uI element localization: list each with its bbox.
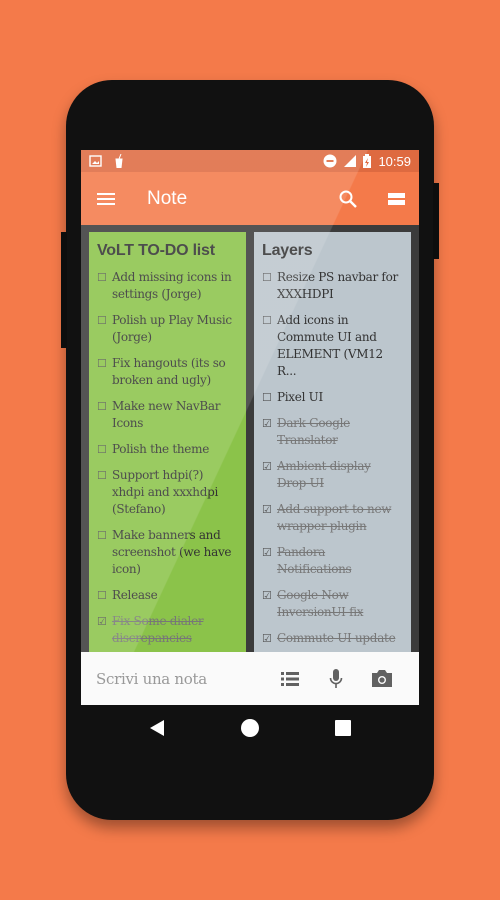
checklist-item[interactable]: ☑ Google Now InversionUI fix [262,587,403,621]
checklist-item[interactable]: ☐ Add missing icons in settings (Jorge) [97,269,238,303]
item-text: Polish up Play Music (Jorge) [112,313,232,344]
item-text: Commute UI update [277,631,396,645]
unchecked-checkbox-icon[interactable]: ☐ [262,312,277,380]
checked-checkbox-icon[interactable]: ☑ [262,544,277,578]
item-text: Add support to new wrapper plugin [277,502,392,533]
checklist-item[interactable]: ☐ Make banners and screenshot (we have ic… [97,527,238,578]
checklist-item[interactable]: ☐ Polish up Play Music (Jorge) [97,312,238,346]
unchecked-checkbox-icon[interactable]: ☐ [97,355,112,389]
item-text: Fix Some dialer discrepancies [112,614,204,645]
checklist-item[interactable]: ☐ Add icons in Commute UI and ELEMENT (VM… [262,312,403,380]
item-text: Resize PS navbar for XXXHDPI [277,270,398,301]
checklist-item[interactable]: ☐ Pixel UI [262,389,403,406]
page-title: Note [147,187,188,209]
unchecked-checkbox-icon[interactable]: ☐ [97,587,112,604]
camera-icon[interactable] [359,670,405,687]
battery-charging-icon [363,154,372,168]
checklist-item[interactable]: ☑ Commute UI update [262,630,403,647]
screen: 10:59 Note VoLT TO-DO list ☐ Add missing i… [81,150,419,705]
new-list-icon[interactable] [267,671,313,686]
list-view-icon[interactable] [388,192,405,206]
navigation-bar [81,705,419,750]
checklist-item[interactable]: ☑ Dark Google Translator [262,415,403,449]
checked-checkbox-icon[interactable]: ☑ [262,630,277,647]
note-title: Layers [262,242,313,259]
item-text: Support hdpi(?) xhdpi and xxxhdpi (Stefa… [112,468,219,516]
checklist-item[interactable]: ☑ Fix Some dialer discrepancies [97,613,238,647]
checklist-item[interactable]: ☐ Make new NavBar Icons [97,398,238,432]
note-card[interactable]: VoLT TO-DO list ☐ Add missing icons in set… [89,232,246,652]
new-note-input[interactable]: Scrivi una nota [96,670,267,688]
home-icon[interactable] [240,718,260,738]
notes-grid: VoLT TO-DO list ☐ Add missing icons in set… [89,232,411,652]
power-button [433,183,439,259]
checked-checkbox-icon[interactable]: ☑ [262,587,277,621]
checked-checkbox-icon[interactable]: ☑ [262,415,277,449]
item-text: Dark Google Translator [277,416,350,447]
do-not-disturb-icon [323,154,337,168]
item-text: Release [112,588,158,602]
checked-checkbox-icon[interactable]: ☑ [262,458,277,492]
item-text: Polish the theme [112,442,209,456]
new-note-bar: Scrivi una nota [81,652,419,705]
unchecked-checkbox-icon[interactable]: ☐ [262,389,277,406]
back-icon[interactable] [148,719,166,737]
status-bar: 10:59 [81,150,419,172]
item-text: Fix hangouts (its so broken and ugly) [112,356,226,387]
checklist-item[interactable]: ☐ Polish the theme [97,441,238,458]
checklist-item[interactable]: ☐ Release [97,587,238,604]
unchecked-checkbox-icon[interactable]: ☐ [262,269,277,303]
unchecked-checkbox-icon[interactable]: ☐ [97,467,112,518]
unchecked-checkbox-icon[interactable]: ☐ [97,312,112,346]
checklist-item[interactable]: ☑ Ambient display Drop UI [262,458,403,492]
volume-button [61,232,67,348]
checklist-item[interactable]: ☑ Pandora Notifications [262,544,403,578]
checked-checkbox-icon[interactable]: ☑ [262,501,277,535]
note-card[interactable]: Layers ☐ Resize PS navbar for XXXHDPI ☐ Add … [254,232,411,652]
item-text: Make new NavBar Icons [112,399,221,430]
drink-notification-icon [115,154,123,168]
checklist-item[interactable]: ☐ Support hdpi(?) xhdpi and xxxhdpi (Stef… [97,467,238,518]
recents-icon[interactable] [334,719,352,737]
microphone-icon[interactable] [313,668,359,689]
menu-icon[interactable] [97,192,115,206]
gallery-notification-icon [89,155,102,167]
item-text: Ambient display Drop UI [277,459,371,490]
unchecked-checkbox-icon[interactable]: ☐ [97,527,112,578]
checklist-item[interactable]: ☐ Resize PS navbar for XXXHDPI [262,269,403,303]
item-text: Add icons in Commute UI and ELEMENT (VM1… [277,313,383,378]
clock: 10:59 [378,153,411,169]
item-text: Make banners and screenshot (we have ico… [112,528,232,576]
signal-icon [344,155,357,167]
item-text: Add missing icons in settings (Jorge) [112,270,232,301]
checklist-item[interactable]: ☐ Fix hangouts (its so broken and ugly) [97,355,238,389]
search-icon[interactable] [338,189,358,209]
app-toolbar: Note [81,172,419,225]
item-text: Pandora Notifications [277,545,352,576]
checklist-item[interactable]: ☑ Add support to new wrapper plugin [262,501,403,535]
checked-checkbox-icon[interactable]: ☑ [97,613,112,647]
unchecked-checkbox-icon[interactable]: ☐ [97,398,112,432]
item-text: Google Now InversionUI fix [277,588,364,619]
item-text: Pixel UI [277,390,323,404]
unchecked-checkbox-icon[interactable]: ☐ [97,269,112,303]
unchecked-checkbox-icon[interactable]: ☐ [97,441,112,458]
note-title: VoLT TO-DO list [97,242,215,259]
